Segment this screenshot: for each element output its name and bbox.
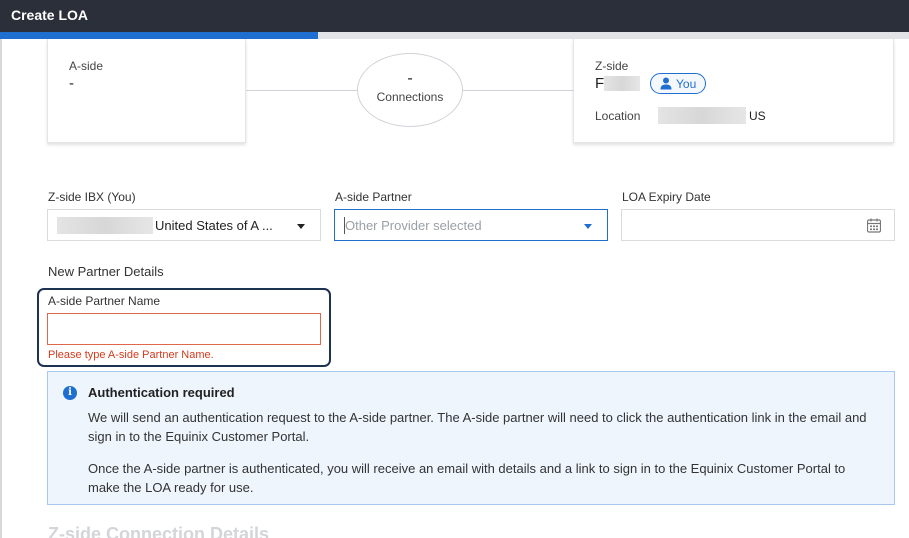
a-side-value: - bbox=[69, 75, 74, 92]
you-badge-label: You bbox=[676, 77, 697, 91]
alert-body-1: We will send an authentication request t… bbox=[88, 410, 867, 444]
left-divider bbox=[0, 39, 2, 538]
z-side-ibx-select[interactable]: United States of A ... bbox=[47, 209, 321, 241]
chevron-down-icon bbox=[584, 224, 592, 229]
partner-name-error: Please type A-side Partner Name. bbox=[48, 349, 214, 361]
connections-indicator: - Connections bbox=[357, 53, 463, 127]
a-side-partner-label: A-side Partner bbox=[335, 190, 412, 204]
partner-name-label: A-side Partner Name bbox=[48, 294, 161, 308]
calendar-icon[interactable] bbox=[867, 218, 881, 233]
loa-expiry-label: LOA Expiry Date bbox=[622, 190, 711, 204]
location-value: US bbox=[749, 109, 766, 123]
alert-body-2: Once the A-side partner is authenticated… bbox=[88, 461, 846, 495]
partner-name-input[interactable] bbox=[47, 313, 321, 345]
alert-title: Authentication required bbox=[88, 385, 235, 400]
redacted-location bbox=[658, 107, 746, 124]
user-icon bbox=[660, 77, 672, 90]
new-partner-section-title: New Partner Details bbox=[48, 264, 164, 279]
progress-fill bbox=[0, 32, 319, 39]
info-icon: i bbox=[63, 386, 77, 400]
z-side-label: Z-side bbox=[595, 59, 629, 73]
z-side-ibx-label: Z-side IBX (You) bbox=[48, 190, 136, 204]
z-side-card: Z-side F Location US bbox=[573, 39, 894, 143]
z-side-connection-details-heading: Z-side Connection Details bbox=[48, 524, 270, 538]
window-title: Create LOA bbox=[11, 7, 89, 23]
chevron-down-icon bbox=[297, 224, 305, 229]
a-side-partner-placeholder: Other Provider selected bbox=[345, 218, 482, 233]
connector-line-right bbox=[463, 90, 573, 91]
a-side-card: A-side - bbox=[47, 39, 246, 143]
connector-line-left bbox=[246, 90, 357, 91]
z-side-name: F bbox=[595, 75, 605, 92]
title-bar: Create LOA bbox=[0, 0, 909, 32]
redacted-ibx bbox=[57, 217, 153, 234]
a-side-partner-select[interactable]: Other Provider selected bbox=[334, 209, 608, 241]
a-side-label: A-side bbox=[69, 59, 104, 73]
location-label: Location bbox=[595, 109, 641, 123]
authentication-alert: i Authentication required We will send a… bbox=[47, 371, 895, 505]
you-badge: You bbox=[650, 73, 706, 94]
connections-label: Connections bbox=[376, 90, 444, 104]
redacted-z-side-name bbox=[604, 76, 640, 91]
connections-count: - bbox=[407, 70, 413, 87]
z-side-ibx-value: United States of A ... bbox=[155, 218, 273, 233]
loa-expiry-date-input[interactable] bbox=[621, 209, 895, 241]
